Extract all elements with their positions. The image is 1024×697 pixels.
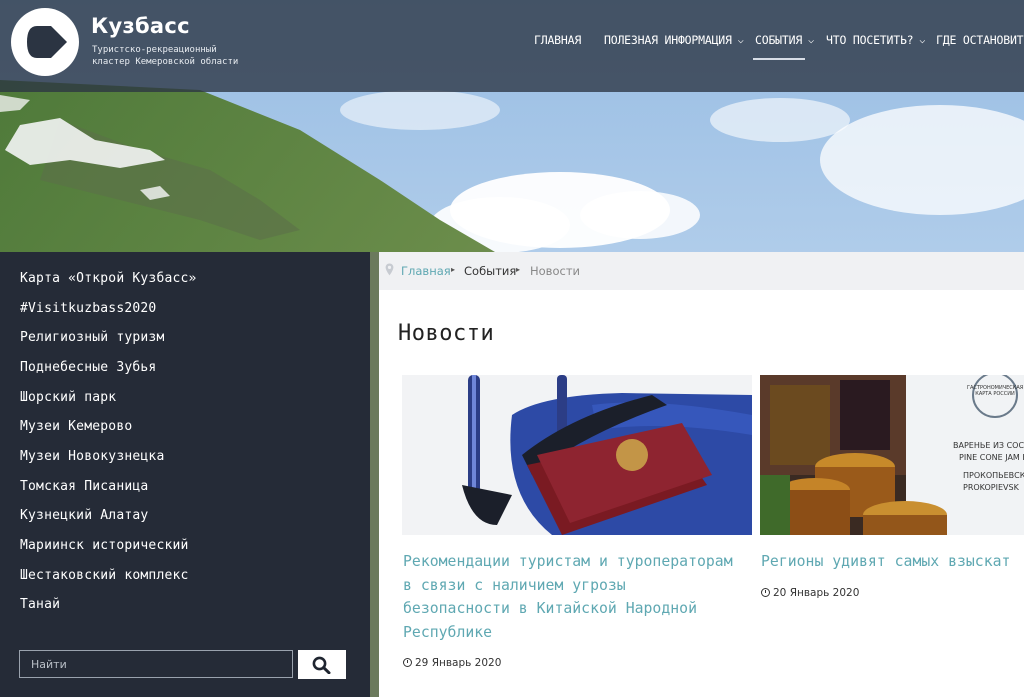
news-title-line: Рекомендации туристам и туроператорам	[403, 553, 733, 570]
logo-icon	[27, 26, 67, 58]
breadcrumb-link-home[interactable]: Главная	[401, 264, 451, 278]
image-caption-line: ВАРЕНЬЕ ИЗ СОСНОВЫ	[953, 441, 1024, 450]
site-logo[interactable]	[11, 8, 79, 76]
nav-item-label: СОБЫТИЯ	[755, 33, 803, 47]
sidebar-item-kuznetsky-alatau[interactable]: Кузнецкий Алатау	[20, 508, 148, 523]
nav-item-where-to-stay[interactable]: ГДЕ ОСТАНОВИТЬ	[936, 33, 1024, 47]
sidebar-item-visitkuzbass2020[interactable]: #Visitkuzbass2020	[20, 301, 156, 316]
nav-item-what-to-visit[interactable]: ЧТО ПОСЕТИТЬ? ⌵	[826, 33, 925, 47]
news-title-line: Регионы удивят самых взыскат	[761, 553, 1011, 570]
tagline-line-1: Туристско-рекреационный	[92, 45, 217, 55]
news-title-line: в связи с наличием угрозы	[403, 576, 626, 594]
sidebar-item-open-kuzbass-map[interactable]: Карта «Открой Кузбасс»	[20, 271, 197, 286]
breadcrumb: Главная ▸ События ▸ Новости	[379, 252, 1024, 290]
nav-item-label: ГЛАВНАЯ	[534, 33, 582, 47]
image-caption-line: PINE CONE JAM FROM	[959, 453, 1024, 462]
active-nav-indicator	[753, 58, 805, 60]
breadcrumb-link-events[interactable]: События	[464, 264, 516, 278]
image-caption-badge: ГАСТРОНОМИЧЕСКАЯ КАРТА РОССИИ	[967, 385, 1024, 397]
search-icon	[312, 656, 331, 674]
sidebar-item-tanay[interactable]: Танай	[20, 597, 60, 612]
sidebar-item-novokuznetsk-museums[interactable]: Музеи Новокузнецка	[20, 449, 164, 464]
brand-tagline: Туристско-рекреационный кластер Кемеровс…	[92, 44, 292, 68]
sidebar-item-shorsky-park[interactable]: Шорский парк	[20, 390, 116, 405]
news-title-link[interactable]: Регионы удивят самых взыскат	[761, 550, 1024, 574]
news-title-link[interactable]: Рекомендации туристам и туроператорам в …	[403, 550, 753, 644]
chevron-down-icon: ⌵	[919, 35, 926, 46]
news-image-suitcase-passport[interactable]	[402, 375, 752, 535]
news-date: 29 Январь 2020	[403, 657, 501, 669]
nav-item-home[interactable]: ГЛАВНАЯ	[534, 33, 581, 47]
sidebar-item-religious-tourism[interactable]: Религиозный туризм	[20, 330, 164, 345]
chevron-down-icon: ⌵	[737, 35, 744, 46]
sidebar: Карта «Открой Кузбасс» #Visitkuzbass2020…	[0, 252, 370, 697]
brand-name[interactable]: Кузбасс	[91, 14, 190, 38]
sidebar-item-mariinsk-historical[interactable]: Мариинск исторический	[20, 538, 189, 553]
clock-icon	[761, 588, 770, 597]
news-title-line: Республике	[403, 623, 493, 641]
nav-item-events[interactable]: СОБЫТИЯ ⌵	[755, 33, 814, 47]
news-date: 20 Январь 2020	[761, 587, 859, 599]
image-caption-line: PROKOPIEVSK	[963, 483, 1019, 492]
search-input[interactable]	[19, 650, 293, 678]
sidebar-item-shestakovsky-complex[interactable]: Шестаковский комплекс	[20, 568, 189, 583]
main-content: Главная ▸ События ▸ Новости Новости Реко…	[379, 252, 1024, 697]
breadcrumb-separator: ▸	[516, 265, 521, 274]
sidebar-item-podnebesnye-zubya[interactable]: Поднебесные Зубья	[20, 360, 156, 375]
search-button[interactable]	[298, 650, 346, 679]
breadcrumb-separator: ▸	[451, 265, 456, 274]
sidebar-item-kemerovo-museums[interactable]: Музеи Кемерово	[20, 419, 132, 434]
sidebar-item-tomskaya-pisanitsa[interactable]: Томская Писаница	[20, 479, 148, 494]
news-title-line: безопасности в Китайской Народной	[403, 600, 697, 617]
nav-item-label: ГДЕ ОСТАНОВИТЬ	[936, 33, 1024, 47]
map-pin-icon	[385, 263, 394, 276]
breadcrumb-current: Новости	[530, 264, 580, 278]
news-image-pine-cone-jam[interactable]: ГАСТРОНОМИЧЕСКАЯ КАРТА РОССИИ ВАРЕНЬЕ ИЗ…	[760, 375, 1024, 535]
site-header: Кузбасс Туристско-рекреационный кластер …	[0, 0, 1024, 92]
page-title: Новости	[398, 321, 495, 346]
clock-icon	[403, 658, 412, 667]
nav-item-useful-info[interactable]: ПОЛЕЗНАЯ ИНФОРМАЦИЯ ⌵	[604, 33, 744, 47]
news-date-text: 29 Январь 2020	[415, 657, 502, 669]
nav-item-label: ЧТО ПОСЕТИТЬ?	[826, 33, 914, 47]
tagline-line-2: кластер Кемеровской области	[92, 57, 239, 67]
chevron-down-icon: ⌵	[808, 35, 814, 46]
news-date-text: 20 Январь 2020	[773, 587, 860, 599]
page: Кузбасс Туристско-рекреационный кластер …	[0, 0, 1024, 697]
image-caption-line: ПРОКОПЬЕВСКИЙ	[963, 471, 1024, 480]
nav-item-label: ПОЛЕЗНАЯ ИНФОРМАЦИЯ	[604, 33, 732, 47]
